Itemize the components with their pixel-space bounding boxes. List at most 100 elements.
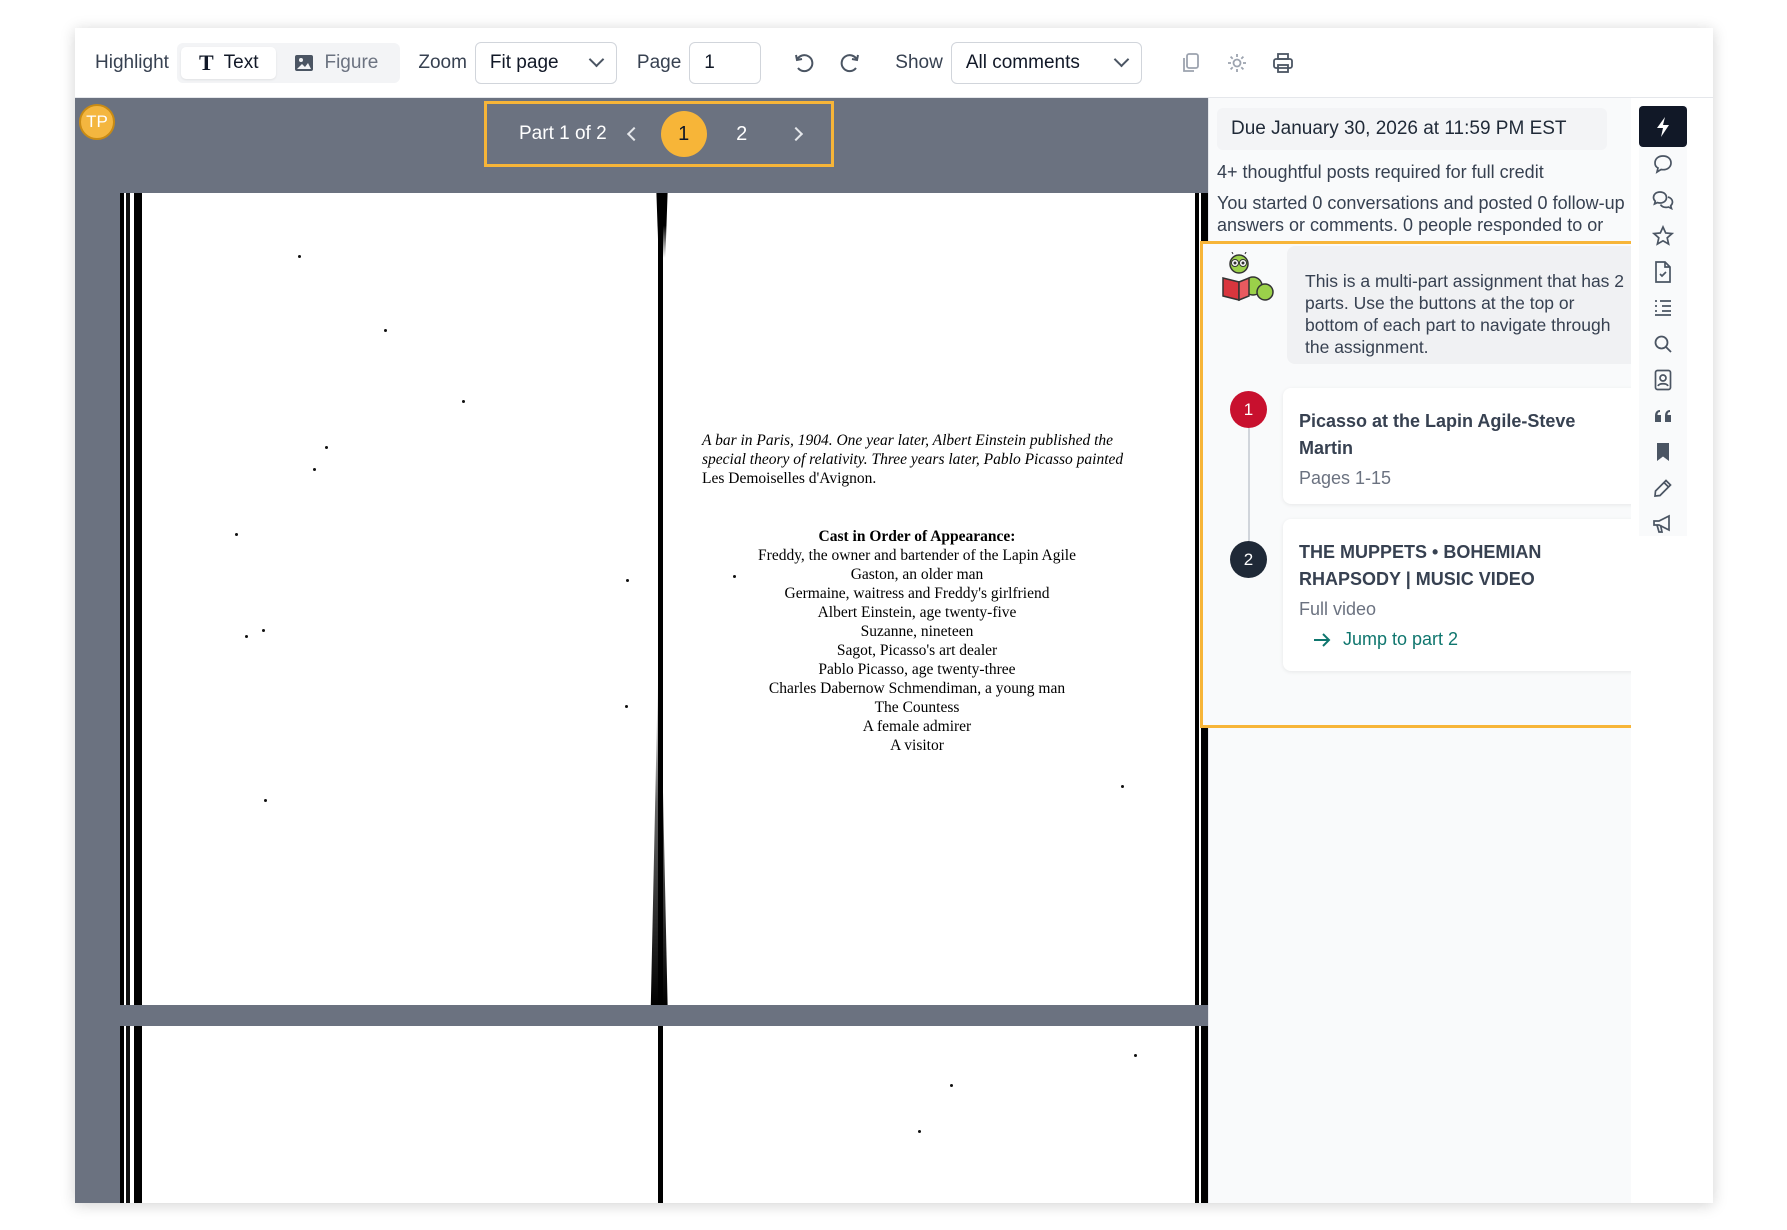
- tool-rail: [1631, 98, 1713, 1203]
- conversations-icon[interactable]: [1651, 188, 1675, 212]
- part-subtitle: Pages 1-15: [1299, 468, 1392, 488]
- cast-item: A female admirer: [862, 718, 972, 735]
- megaphone-icon[interactable]: [1651, 512, 1675, 536]
- scan-gutter: [658, 193, 663, 1005]
- portrait-icon[interactable]: [1651, 368, 1675, 392]
- scan-speck: [384, 329, 387, 332]
- highlight-text-label: Text: [223, 51, 259, 73]
- show-value: All comments: [965, 51, 1080, 73]
- cast-item: Charles Dabernow Schmendiman, a young ma…: [768, 680, 1066, 697]
- document-icon[interactable]: [1651, 260, 1675, 284]
- bolt-icon[interactable]: [1639, 106, 1687, 147]
- requirement-text: 4+ thoughtful posts required for full cr…: [1217, 162, 1544, 182]
- document-intro: A bar in Paris, 1904. One year later, Al…: [702, 431, 1132, 488]
- search-icon[interactable]: [1651, 332, 1675, 356]
- avatar-initials: TP: [86, 112, 108, 131]
- jump-label: Jump to part 2: [1343, 629, 1459, 649]
- intro-italic: A bar in Paris, 1904. One year later, Al…: [702, 432, 1124, 468]
- cast-item: A visitor: [890, 737, 944, 754]
- scan-speck: [626, 579, 629, 582]
- part-title: THE MUPPETS • BOHEMIAN RHAPSODY | MUSIC …: [1299, 542, 1542, 589]
- avatar[interactable]: TP: [79, 104, 115, 140]
- participation-status: You started 0 conversations and posted 0…: [1217, 193, 1625, 235]
- scan-speck: [1121, 785, 1124, 788]
- scan-gutter: [658, 1026, 663, 1203]
- cast-item: Germaine, waitress and Freddy's girlfrie…: [784, 585, 1050, 602]
- assignment-panel: Due January 30, 2026 at 11:59 PM EST 4+ …: [1200, 98, 1674, 1203]
- step-badge: 1: [1230, 391, 1267, 428]
- settings-icon[interactable]: [1223, 49, 1251, 77]
- scan-speck: [235, 533, 238, 536]
- bookworm-mascot-icon: [1222, 252, 1274, 302]
- scan-speck: [325, 446, 328, 449]
- document-viewer[interactable]: TP A bar in Paris, 1904. One year later,…: [75, 98, 1208, 1203]
- page-input[interactable]: [689, 41, 762, 84]
- tool-rail-list: [1639, 106, 1687, 536]
- document-text[interactable]: A bar in Paris, 1904. One year later, Al…: [702, 431, 1132, 755]
- app-window: Highlight T Text Figure Zoom Fit page Pa…: [75, 28, 1713, 1203]
- step-connector: [1248, 428, 1250, 541]
- jump-to-part-2-link[interactable]: Jump to part 2: [1313, 629, 1458, 650]
- scan-speck: [462, 400, 465, 403]
- page-label: Page: [636, 51, 682, 73]
- rotate-right-icon[interactable]: [836, 49, 864, 77]
- highlight-figure-button[interactable]: Figure: [276, 47, 396, 79]
- pencil-icon[interactable]: [1651, 476, 1675, 500]
- scan-edge: [120, 1026, 148, 1203]
- document-page[interactable]: A bar in Paris, 1904. One year later, Al…: [120, 193, 1208, 1005]
- part-card-1[interactable]: Picasso at the Lapin Agile-Steve Martin …: [1283, 388, 1644, 504]
- scan-speck: [625, 705, 628, 708]
- highlight-mode-toggle: T Text Figure: [176, 42, 401, 83]
- image-icon: [295, 54, 314, 71]
- highlight-figure-label: Figure: [324, 51, 379, 73]
- cast-item: Sagot, Picasso's art dealer: [836, 642, 998, 659]
- part-subtitle: Full video: [1299, 599, 1377, 619]
- cast-list: Freddy, the owner and bartender of the L…: [702, 546, 1132, 755]
- show-comments-select[interactable]: All comments: [950, 41, 1142, 84]
- scan-edge: [1192, 1026, 1208, 1203]
- scan-edge: [120, 193, 148, 1005]
- scan-speck: [950, 1084, 953, 1087]
- text-icon: T: [198, 49, 214, 75]
- cast-item: Freddy, the owner and bartender of the L…: [758, 547, 1076, 564]
- scan-speck: [298, 255, 301, 258]
- multipart-guide: This is a multi-part assignment that has…: [1200, 241, 1674, 728]
- cast-item: Gaston, an older man: [850, 566, 984, 583]
- scan-speck: [1134, 1054, 1137, 1057]
- outline-icon[interactable]: [1651, 296, 1675, 320]
- part-navigator: Part 1 of 2 1 2: [484, 101, 834, 167]
- document-page[interactable]: [120, 1026, 1208, 1203]
- intro-plain: Les Demoiselles d'Avignon.: [702, 470, 877, 487]
- part-2-button[interactable]: 2: [719, 111, 765, 157]
- copy-icon[interactable]: [1177, 49, 1205, 77]
- chevron-down-icon: [1113, 51, 1130, 68]
- cast-item: Suzanne, nineteen: [860, 623, 974, 640]
- part-nav-label: Part 1 of 2: [519, 123, 607, 144]
- rotate-left-icon[interactable]: [790, 49, 818, 77]
- cast-item: Albert Einstein, age twenty-five: [817, 604, 1017, 621]
- scan-speck: [918, 1130, 921, 1133]
- quote-icon[interactable]: [1651, 404, 1675, 428]
- arrow-right-icon: [1314, 632, 1331, 647]
- chevron-down-icon: [588, 51, 605, 68]
- highlight-text-button[interactable]: T Text: [180, 46, 277, 79]
- bookmark-icon[interactable]: [1651, 440, 1675, 464]
- cast-heading: Cast in Order of Appearance:: [818, 528, 1016, 545]
- zoom-value: Fit page: [489, 51, 559, 73]
- part-card-2[interactable]: THE MUPPETS • BOHEMIAN RHAPSODY | MUSIC …: [1283, 519, 1644, 671]
- chevron-right-icon[interactable]: [788, 126, 803, 142]
- star-icon[interactable]: [1651, 224, 1675, 248]
- scan-speck: [313, 468, 316, 471]
- due-date: Due January 30, 2026 at 11:59 PM EST: [1217, 108, 1607, 150]
- step-badge: 2: [1230, 541, 1267, 578]
- zoom-label: Zoom: [418, 51, 467, 73]
- comment-icon[interactable]: [1651, 152, 1675, 176]
- scan-speck: [245, 635, 248, 638]
- part-1-button[interactable]: 1: [660, 111, 707, 157]
- scan-speck: [262, 629, 265, 632]
- print-icon[interactable]: [1269, 49, 1297, 77]
- toolbar: Highlight T Text Figure Zoom Fit page Pa…: [75, 28, 1713, 98]
- chevron-left-icon[interactable]: [626, 126, 641, 142]
- zoom-select[interactable]: Fit page: [474, 41, 617, 84]
- cast-item: Pablo Picasso, age twenty-three: [818, 661, 1016, 678]
